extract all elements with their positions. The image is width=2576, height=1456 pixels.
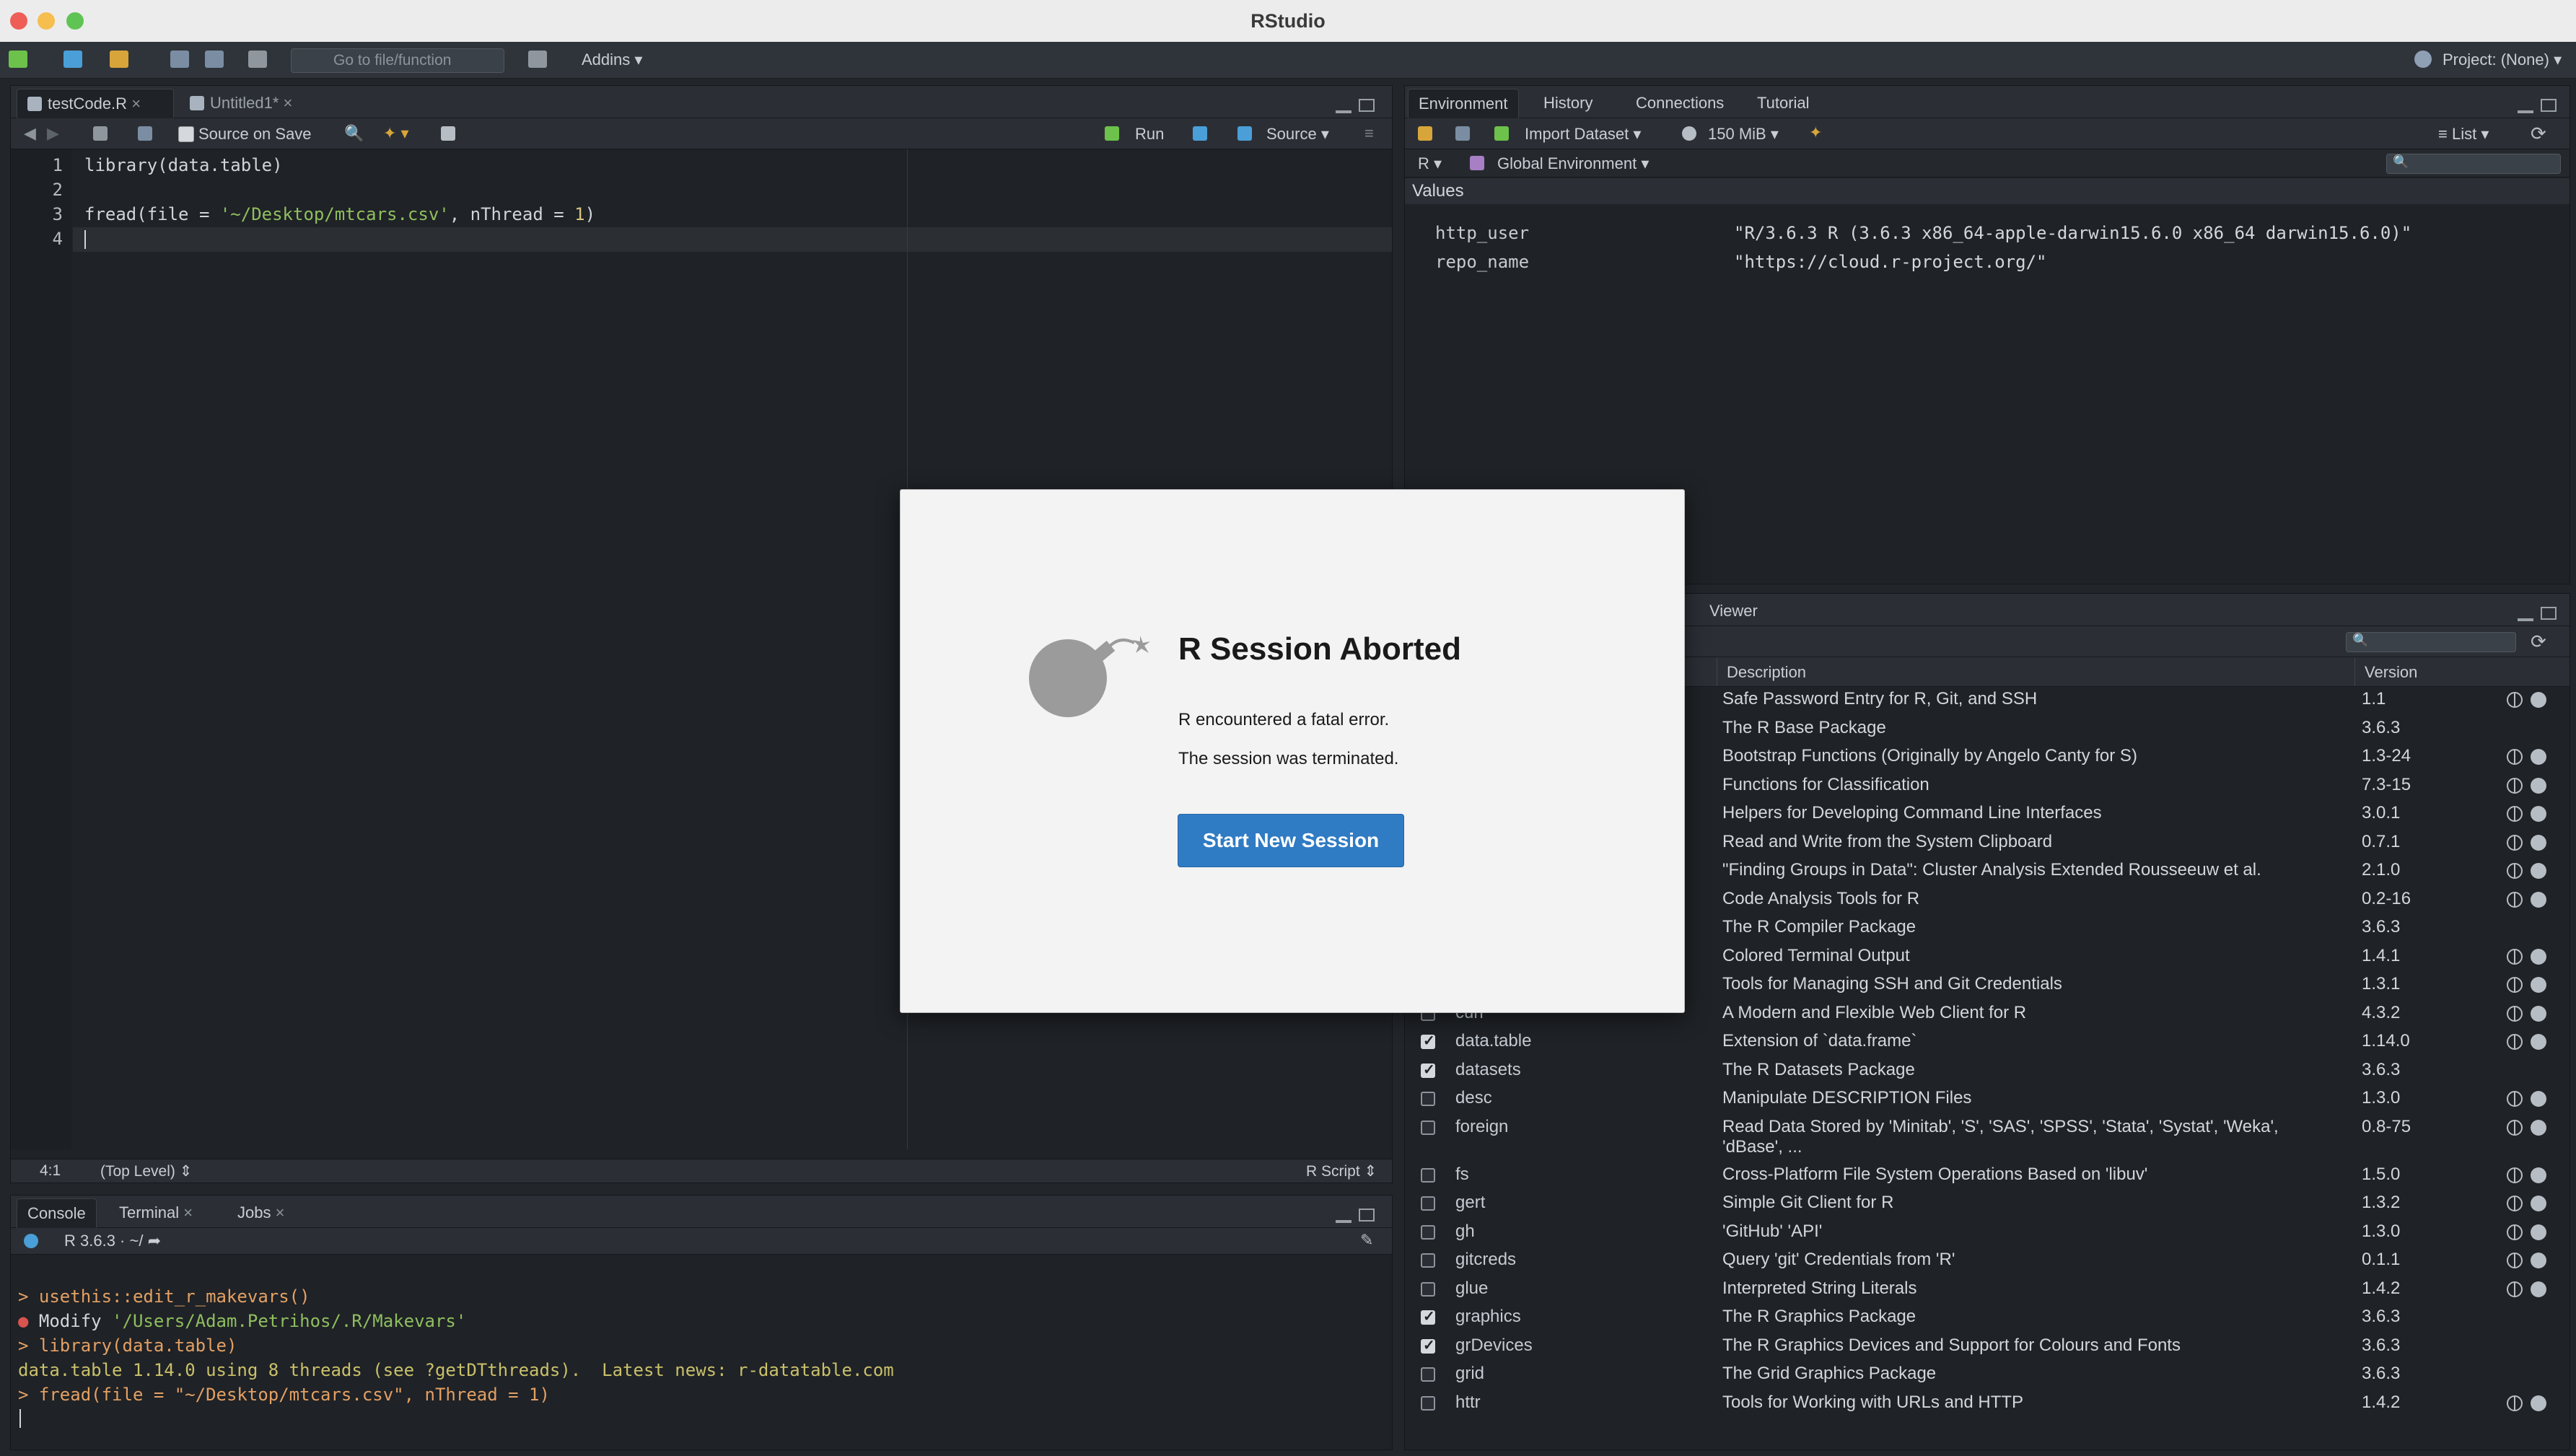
session-aborted-dialog: R Session Aborted R encountered a fatal … xyxy=(900,489,1685,1013)
modal-overlay: R Session Aborted R encountered a fatal … xyxy=(0,0,2576,1456)
start-new-session-button[interactable]: Start New Session xyxy=(1178,814,1404,867)
dialog-message-terminated: The session was terminated. xyxy=(1178,749,1399,768)
dialog-title: R Session Aborted xyxy=(1178,631,1461,667)
fuse-spark-icon xyxy=(1104,636,1150,653)
dialog-message-error: R encountered a fatal error. xyxy=(1178,710,1390,729)
